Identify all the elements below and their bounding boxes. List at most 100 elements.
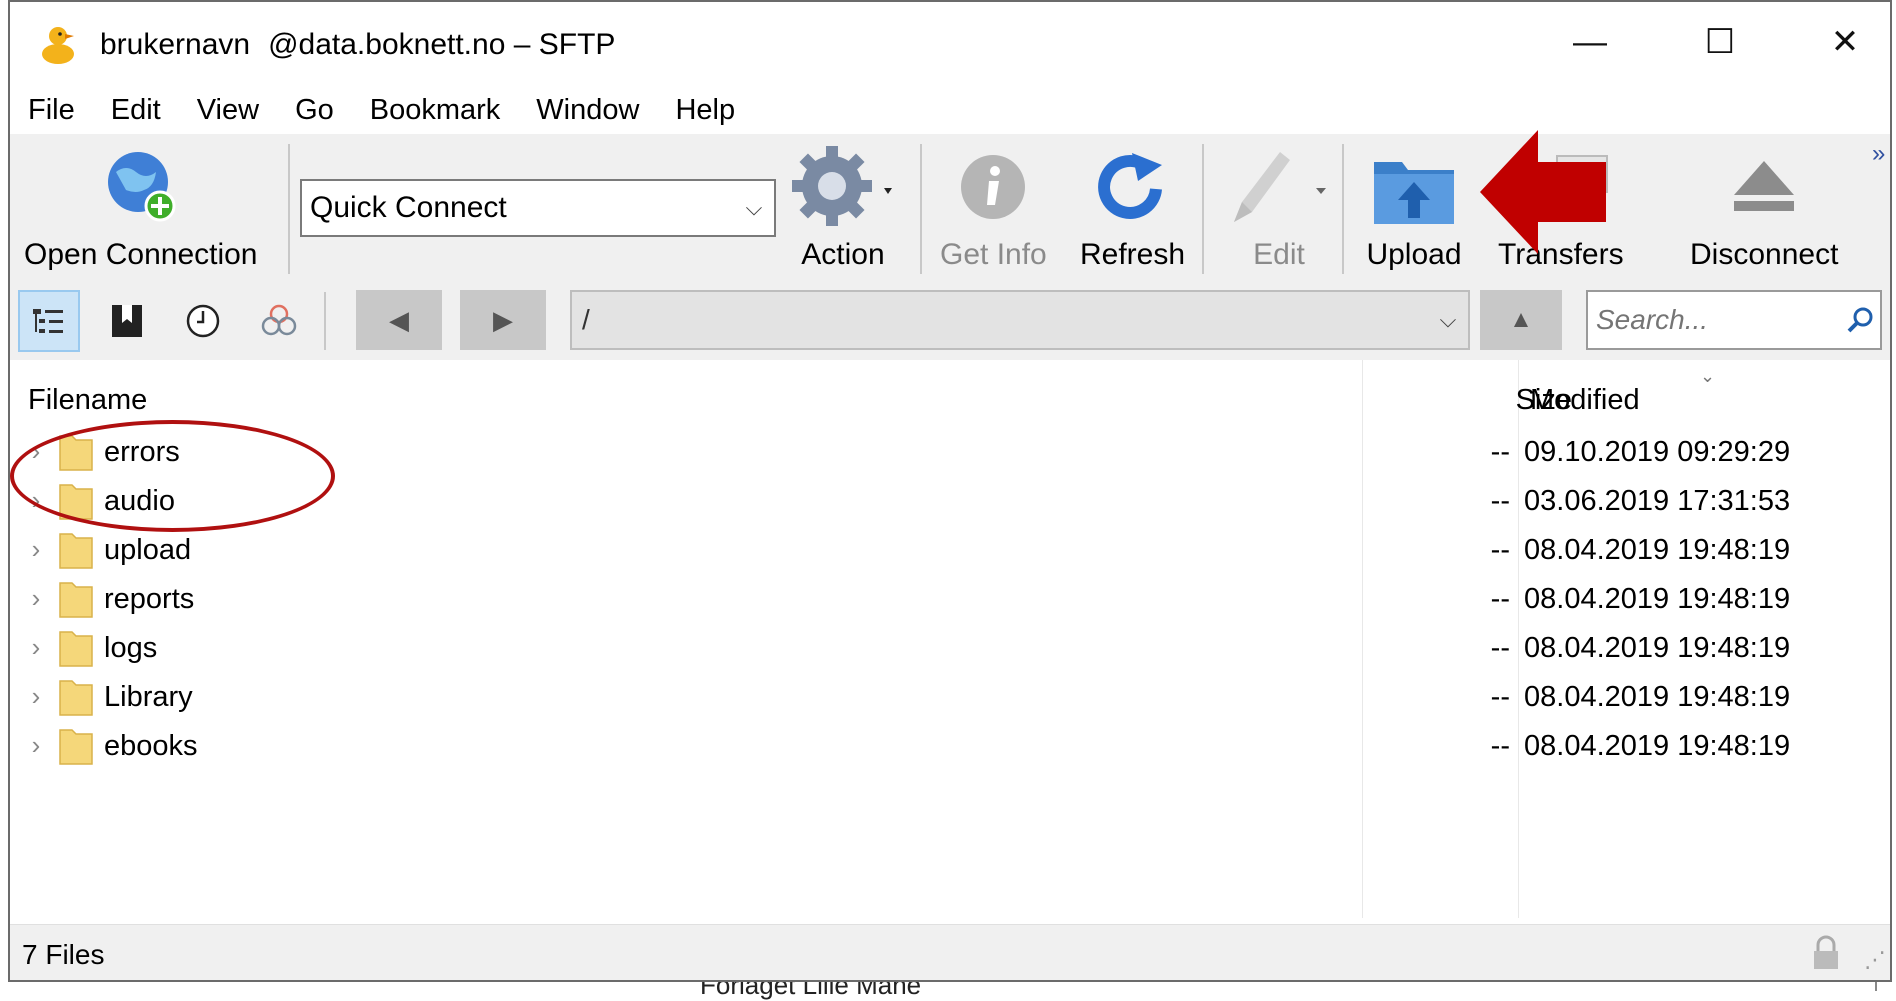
quick-connect-select[interactable]: Quick Connect ⌵ (300, 179, 776, 237)
disconnect-button[interactable]: Disconnect (1690, 142, 1838, 272)
file-name: ebooks (104, 730, 198, 762)
file-modified: 08.04.2019 19:48:19 (1524, 534, 1791, 566)
bookmark-icon (112, 305, 142, 337)
menu-go[interactable]: Go (295, 94, 334, 127)
menu-view[interactable]: View (197, 94, 259, 127)
list-item[interactable]: › Library -- 08.04.2019 19:48:19 (10, 673, 1890, 722)
folder-icon (59, 533, 93, 569)
chevron-right-icon[interactable]: › (24, 632, 48, 663)
cyberduck-window: brukernavn @data.boknett.no – SFTP — ☐ ✕ … (8, 0, 1892, 982)
chevron-right-icon[interactable]: › (24, 730, 48, 761)
maximize-button[interactable]: ☐ (1690, 20, 1750, 64)
file-name: logs (104, 632, 158, 664)
list-item[interactable]: › ebooks -- 08.04.2019 19:48:19 (10, 722, 1890, 771)
upload-label: Upload (1366, 238, 1462, 271)
file-size: -- (1490, 534, 1510, 566)
list-header: Filename Size Modified ⌄ (10, 366, 1890, 420)
list-item[interactable]: › upload -- 08.04.2019 19:48:19 (10, 526, 1890, 575)
status-bar: 7 Files ⋰ (10, 924, 1890, 980)
pencil-icon (1224, 142, 1334, 232)
file-modified: 08.04.2019 19:48:19 (1524, 632, 1791, 664)
refresh-label: Refresh (1080, 238, 1186, 271)
chevron-right-icon[interactable]: › (24, 681, 48, 712)
quick-connect-value: Quick Connect (310, 191, 507, 224)
folder-icon (59, 680, 93, 716)
menu-window[interactable]: Window (536, 94, 639, 127)
file-size: -- (1490, 632, 1510, 664)
minimize-button[interactable]: — (1560, 20, 1620, 64)
file-size: -- (1490, 436, 1510, 468)
menu-edit[interactable]: Edit (111, 94, 161, 127)
search-field[interactable] (1586, 290, 1882, 350)
title-username: brukernavn (100, 28, 251, 61)
bonjour-button[interactable] (248, 290, 310, 352)
search-icon (1840, 305, 1880, 335)
toolbar-separator (288, 144, 290, 274)
info-icon (953, 142, 1033, 232)
refresh-button[interactable]: Refresh (1080, 142, 1185, 272)
folder-upload-icon (1364, 142, 1464, 232)
bookmarks-button[interactable] (96, 290, 158, 352)
toolbar-separator (920, 144, 922, 274)
title-bar[interactable]: brukernavn @data.boknett.no – SFTP — ☐ ✕ (10, 2, 1890, 82)
file-modified: 08.04.2019 19:48:19 (1524, 730, 1791, 762)
eject-icon (1724, 142, 1804, 232)
search-input[interactable] (1596, 304, 1840, 336)
chevron-down-icon: ⌵ (745, 195, 763, 220)
file-name: upload (104, 534, 192, 566)
navigation-bar: ◀ ▶ / ⌵ ▲ (10, 284, 1890, 360)
title-host: @data.boknett.no – SFTP (268, 28, 616, 61)
toolbar-separator (1342, 144, 1344, 274)
upload-button[interactable]: Upload (1364, 142, 1464, 272)
parent-directory-button[interactable]: ▲ (1480, 290, 1562, 350)
sort-indicator-icon: ⌄ (1700, 366, 1716, 386)
forward-button[interactable]: ▶ (460, 290, 546, 350)
file-modified: 08.04.2019 19:48:19 (1524, 681, 1791, 713)
file-modified: 09.10.2019 09:29:29 (1524, 436, 1791, 468)
chevron-down-icon: ⌵ (1439, 307, 1457, 332)
chevron-right-icon[interactable]: › (24, 534, 48, 565)
folder-icon (59, 631, 93, 667)
folder-icon (59, 582, 93, 618)
column-header-filename[interactable]: Filename (28, 384, 147, 417)
file-size: -- (1490, 730, 1510, 762)
list-item[interactable]: › reports -- 08.04.2019 19:48:19 (10, 575, 1890, 624)
menu-bar: File Edit View Go Bookmark Window Help (10, 86, 1890, 134)
close-button[interactable]: ✕ (1815, 20, 1875, 64)
chevron-right-icon[interactable]: › (24, 583, 48, 614)
file-modified: 03.06.2019 17:31:53 (1524, 485, 1791, 517)
menu-file[interactable]: File (28, 94, 75, 127)
lock-icon (1814, 935, 1838, 969)
browser-view-button[interactable] (18, 290, 80, 352)
edit-button[interactable]: Edit (1224, 142, 1334, 272)
file-name: Library (104, 681, 193, 713)
file-count-status: 7 Files (22, 939, 105, 970)
nav-separator (324, 292, 326, 350)
get-info-label: Get Info (940, 238, 1047, 271)
path-value: / (582, 304, 590, 335)
history-button[interactable] (172, 290, 234, 352)
clock-icon (186, 304, 220, 338)
get-info-button[interactable]: Get Info (940, 142, 1047, 272)
gear-icon (788, 142, 898, 232)
list-item[interactable]: › logs -- 08.04.2019 19:48:19 (10, 624, 1890, 673)
duck-app-icon (42, 27, 74, 64)
disconnect-label: Disconnect (1690, 238, 1839, 271)
back-button[interactable]: ◀ (356, 290, 442, 350)
path-select[interactable]: / ⌵ (570, 290, 1470, 350)
file-size: -- (1490, 485, 1510, 517)
menu-bookmark[interactable]: Bookmark (370, 94, 501, 127)
file-modified: 08.04.2019 19:48:19 (1524, 583, 1791, 615)
action-label: Action (801, 238, 885, 271)
toolbar-overflow-button[interactable]: » (1872, 140, 1885, 168)
column-header-modified[interactable]: Modified (1530, 384, 1640, 417)
refresh-icon (1088, 142, 1178, 232)
resize-grip-icon[interactable]: ⋰ (1864, 947, 1886, 973)
file-size: -- (1490, 583, 1510, 615)
annotation-arrow-icon (1480, 130, 1606, 254)
action-button[interactable]: Action (788, 142, 898, 272)
file-size: -- (1490, 681, 1510, 713)
menu-help[interactable]: Help (675, 94, 735, 127)
open-connection-button[interactable]: Open Connection (24, 142, 258, 272)
globe-add-icon (96, 142, 186, 232)
